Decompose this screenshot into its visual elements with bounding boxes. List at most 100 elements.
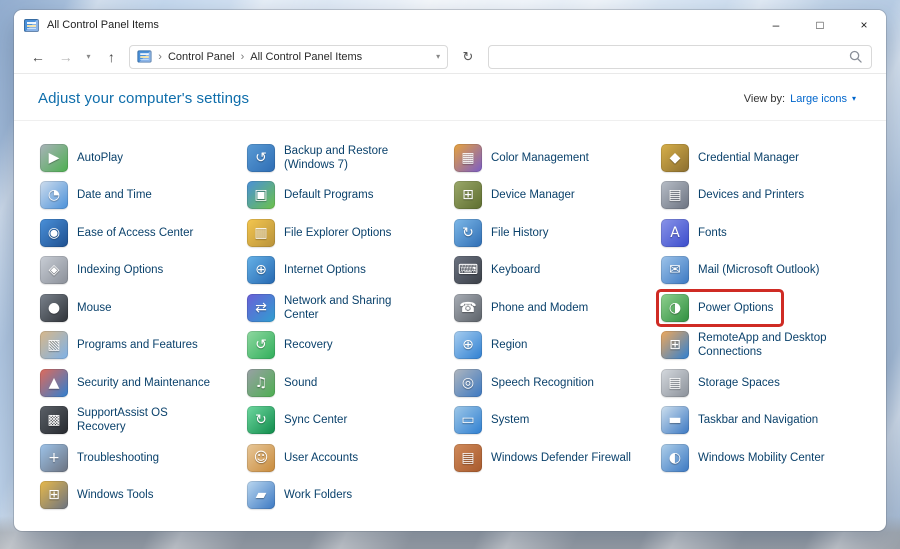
- item-label: Date and Time: [77, 189, 152, 202]
- control-panel-item-color-management[interactable]: ▦ Color Management: [452, 142, 597, 174]
- control-panel-item-credential-manager[interactable]: ◆ Credential Manager: [659, 142, 807, 174]
- item-label: Keyboard: [491, 264, 541, 277]
- page-title: Adjust your computer's settings: [38, 90, 250, 107]
- control-panel-item-ease-of-access-center[interactable]: ◉ Ease of Access Center: [38, 217, 201, 249]
- item-label: Ease of Access Center: [77, 226, 194, 239]
- control-panel-item-system[interactable]: ▭ System: [452, 404, 537, 436]
- indexing-options-icon: ◈: [40, 256, 68, 285]
- control-panel-item-windows-mobility-center[interactable]: ◐ Windows Mobility Center: [659, 442, 833, 474]
- address-dropdown-icon[interactable]: ▾: [436, 52, 440, 61]
- control-panel-item-windows-tools[interactable]: ⊞ Windows Tools: [38, 479, 162, 511]
- item-label: File History: [491, 226, 549, 239]
- control-panel-window: All Control Panel Items – □ × ← → ▾ ↑ › …: [14, 10, 886, 531]
- control-panel-item-taskbar-and-navigation[interactable]: ▬ Taskbar and Navigation: [659, 404, 826, 436]
- control-panel-item-date-and-time[interactable]: ◔ Date and Time: [38, 179, 160, 211]
- control-panel-item-supportassist-os-recovery[interactable]: ▩ SupportAssist OS Recovery: [38, 404, 227, 436]
- control-panel-item-power-options[interactable]: ◑ Power Options: [659, 292, 781, 324]
- control-panel-item-default-programs[interactable]: ▣ Default Programs: [245, 179, 381, 211]
- minimize-button[interactable]: –: [754, 10, 798, 40]
- chevron-down-icon[interactable]: ▾: [852, 94, 856, 103]
- control-panel-item-remoteapp-and-desktop-connections[interactable]: ⊞ RemoteApp and Desktop Connections: [659, 329, 848, 361]
- work-folders-icon: ▰: [247, 481, 275, 510]
- control-panel-item-mouse[interactable]: ● Mouse: [38, 292, 120, 324]
- sound-icon: ♫: [247, 368, 275, 397]
- breadcrumb-control-panel[interactable]: Control Panel: [168, 51, 235, 63]
- item-label: Default Programs: [284, 189, 374, 202]
- internet-options-icon: ⊕: [247, 256, 275, 285]
- control-panel-item-keyboard[interactable]: ⌨ Keyboard: [452, 254, 548, 286]
- control-panel-item-troubleshooting[interactable]: + Troubleshooting: [38, 442, 167, 474]
- search-input[interactable]: [497, 50, 850, 63]
- control-panel-item-indexing-options[interactable]: ◈ Indexing Options: [38, 254, 171, 286]
- file-explorer-options-icon: ▥: [247, 218, 275, 247]
- search-box[interactable]: [487, 44, 873, 69]
- taskbar-icon: ▬: [661, 406, 689, 435]
- control-panel-item-region[interactable]: ⊕ Region: [452, 329, 535, 361]
- item-label: File Explorer Options: [284, 226, 392, 239]
- control-panel-item-user-accounts[interactable]: ☺ User Accounts: [245, 442, 366, 474]
- control-panel-item-device-manager[interactable]: ⊞ Device Manager: [452, 179, 583, 211]
- close-button[interactable]: ×: [842, 10, 886, 40]
- control-panel-item-internet-options[interactable]: ⊕ Internet Options: [245, 254, 374, 286]
- control-panel-item-sound[interactable]: ♫ Sound: [245, 367, 325, 399]
- control-panel-item-programs-and-features[interactable]: ▧ Programs and Features: [38, 329, 206, 361]
- control-panel-item-network-and-sharing-center[interactable]: ⇄ Network and Sharing Center: [245, 292, 434, 324]
- control-panel-item-recovery[interactable]: ↺ Recovery: [245, 329, 341, 361]
- control-panel-item-autoplay[interactable]: ▶ AutoPlay: [38, 142, 131, 174]
- item-label: System: [491, 414, 530, 427]
- item-label: Color Management: [491, 151, 589, 164]
- control-panel-item-devices-and-printers[interactable]: ▤ Devices and Printers: [659, 179, 812, 211]
- forward-icon[interactable]: →: [56, 50, 76, 64]
- back-icon[interactable]: ←: [28, 50, 48, 64]
- network-sharing-icon: ⇄: [247, 293, 275, 322]
- item-label: Sound: [284, 376, 318, 389]
- titlebar: All Control Panel Items – □ ×: [14, 10, 886, 40]
- control-panel-item-mail[interactable]: ✉ Mail (Microsoft Outlook): [659, 254, 827, 286]
- item-label: User Accounts: [284, 451, 359, 464]
- item-label: Windows Defender Firewall: [491, 451, 631, 464]
- credential-manager-icon: ◆: [661, 143, 689, 172]
- window-controls: – □ ×: [754, 10, 886, 40]
- up-icon[interactable]: ↑: [101, 50, 121, 64]
- recovery-icon: ↺: [247, 331, 275, 360]
- power-options-icon: ◑: [661, 293, 689, 322]
- color-management-icon: ▦: [454, 143, 482, 172]
- keyboard-icon: ⌨: [454, 256, 482, 285]
- control-panel-icon: [137, 50, 152, 63]
- control-panel-item-file-history[interactable]: ↻ File History: [452, 217, 557, 249]
- control-panel-item-fonts[interactable]: A Fonts: [659, 217, 735, 249]
- view-by-value[interactable]: Large icons: [790, 93, 847, 105]
- item-label: Device Manager: [491, 189, 575, 202]
- fonts-icon: A: [661, 218, 689, 247]
- item-label: AutoPlay: [77, 151, 124, 164]
- control-panel-item-speech-recognition[interactable]: ◎ Speech Recognition: [452, 367, 602, 399]
- address-bar[interactable]: › Control Panel › All Control Panel Item…: [129, 44, 449, 69]
- item-label: Programs and Features: [77, 339, 198, 352]
- item-label: Taskbar and Navigation: [698, 414, 819, 427]
- control-panel-item-sync-center[interactable]: ↻ Sync Center: [245, 404, 355, 436]
- breadcrumb-all-control-panel-items[interactable]: All Control Panel Items: [250, 51, 362, 63]
- item-label: Region: [491, 339, 528, 352]
- device-manager-icon: ⊞: [454, 181, 482, 210]
- control-panel-item-phone-and-modem[interactable]: ☎ Phone and Modem: [452, 292, 596, 324]
- control-panel-item-storage-spaces[interactable]: ▤ Storage Spaces: [659, 367, 788, 399]
- item-label: Work Folders: [284, 489, 353, 502]
- control-panel-item-security-and-maintenance[interactable]: ▲ Security and Maintenance: [38, 367, 218, 399]
- mobility-center-icon: ◐: [661, 443, 689, 472]
- maximize-button[interactable]: □: [798, 10, 842, 40]
- recent-locations-chevron-icon[interactable]: ▾: [84, 52, 94, 61]
- control-panel-item-backup-and-restore[interactable]: ↺ Backup and Restore (Windows 7): [245, 142, 434, 174]
- item-label: SupportAssist OS Recovery: [77, 407, 168, 434]
- system-icon: ▭: [454, 406, 482, 435]
- view-by-control: View by: Large icons ▾: [744, 93, 856, 105]
- control-panel-item-work-folders[interactable]: ▰ Work Folders: [245, 479, 360, 511]
- chevron-right-icon: ›: [158, 50, 162, 63]
- item-label: Sync Center: [284, 414, 348, 427]
- control-panel-item-windows-defender-firewall[interactable]: ▤ Windows Defender Firewall: [452, 442, 639, 474]
- devices-printers-icon: ▤: [661, 181, 689, 210]
- refresh-icon[interactable]: ↻: [456, 49, 480, 65]
- backup-restore-icon: ↺: [247, 143, 275, 172]
- ease-of-access-icon: ◉: [40, 218, 68, 247]
- control-panel-item-file-explorer-options[interactable]: ▥ File Explorer Options: [245, 217, 399, 249]
- item-label: Mouse: [77, 301, 112, 314]
